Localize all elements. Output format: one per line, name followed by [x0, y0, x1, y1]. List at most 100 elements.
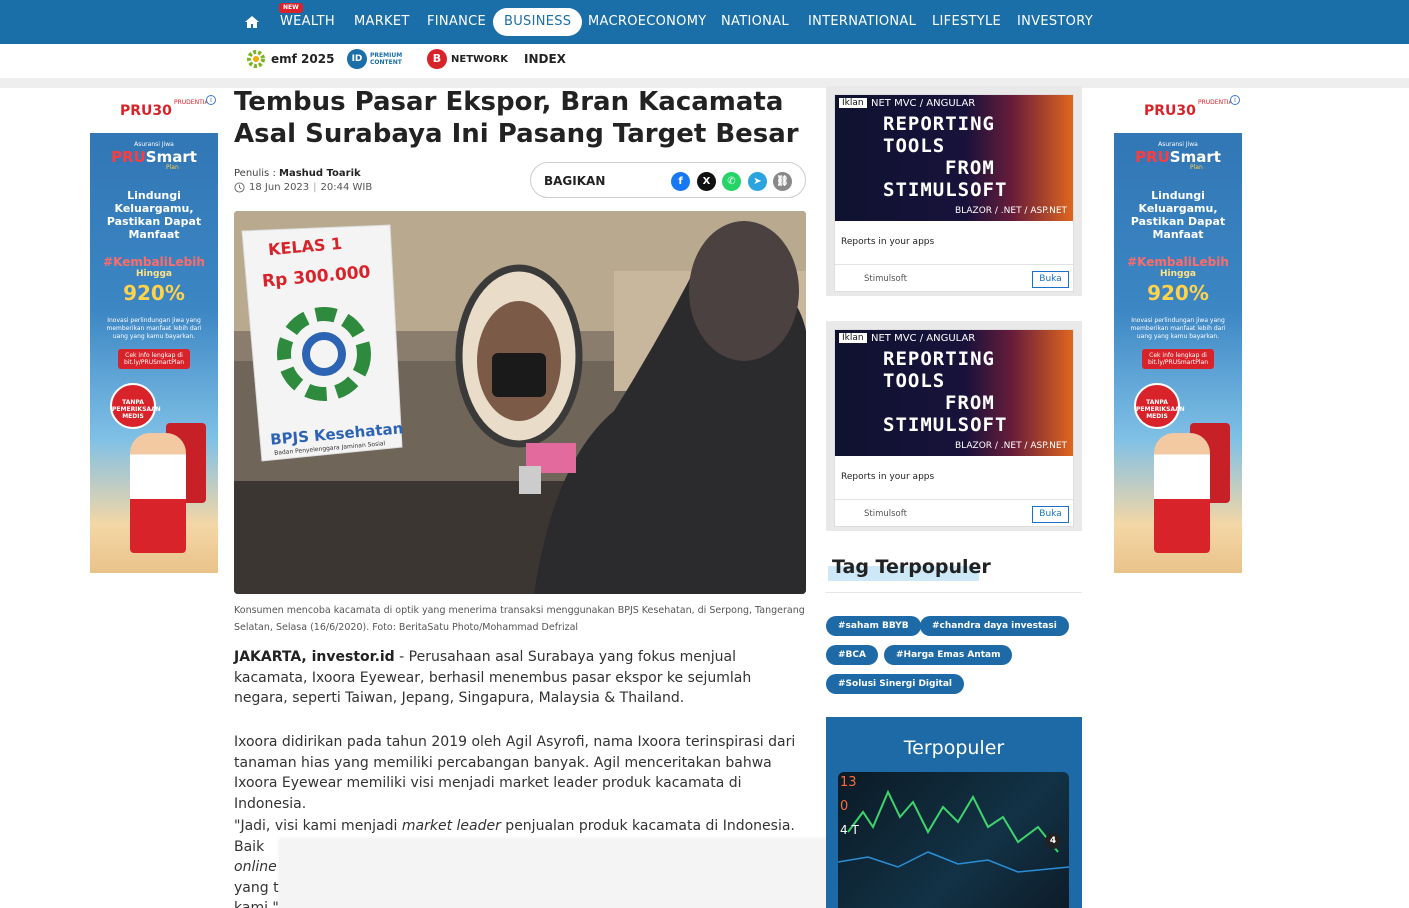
- ad-product-sub: Plan: [166, 164, 179, 171]
- article-author: Penulis : Mashud Toarik: [234, 168, 361, 179]
- stock-chart-illustration: 13 0 4 T: [838, 775, 1069, 873]
- ad-line-4: STIMULSOFT: [883, 179, 1008, 201]
- clock-icon: [234, 182, 245, 193]
- ad-sub-bottom: BLAZOR / .NET / ASP.NET: [954, 441, 1067, 451]
- ad-brand-bar: PRU30 PRUDENTIAL: [90, 93, 218, 133]
- ad-badge: TANPA PEMERIKSAAN MEDIS: [110, 383, 161, 429]
- facebook-icon[interactable]: f: [671, 172, 690, 191]
- ad-tagline-top: Asuransi Jiwa: [134, 141, 174, 148]
- author-label: Penulis :: [234, 168, 276, 179]
- ad-hashtag: #KembaliLebih: [103, 255, 205, 269]
- ad-text: Reports in your apps: [841, 237, 935, 247]
- article-date: 18 Jun 2023: [249, 182, 310, 193]
- copy-link-icon[interactable]: ⛓: [773, 172, 792, 191]
- premium-content-link[interactable]: ID PREMIUM CONTENT: [347, 44, 408, 74]
- emf-logo-icon: [247, 50, 265, 68]
- ad-sub-bottom: BLAZOR / .NET / ASP.NET: [954, 206, 1067, 216]
- ad-info-icon[interactable]: i: [206, 95, 216, 105]
- ad-percent: 920%: [1147, 281, 1209, 305]
- nav-finance[interactable]: FINANCE: [427, 0, 486, 44]
- ad-open-button[interactable]: Buka: [1032, 506, 1069, 523]
- network-label: NETWORK: [451, 53, 509, 65]
- nav-macroeconomy[interactable]: MACROECONOMY: [588, 0, 706, 44]
- network-logo-icon: B: [427, 49, 447, 69]
- id-logo-icon: ID: [347, 49, 367, 69]
- tag-chip[interactable]: #BCA: [826, 645, 878, 665]
- popular-item-thumbnail[interactable]: 13 0 4 T: [838, 772, 1069, 908]
- emf-label: emf 2025: [271, 52, 335, 66]
- index-link[interactable]: INDEX: [524, 44, 566, 74]
- ad-description: Inovasi perlindungan jiwa yang memberika…: [106, 317, 202, 340]
- ad-upto: Hingga: [1160, 269, 1196, 279]
- article-paragraph-1: JAKARTA, investor.id - Perusahaan asal S…: [234, 647, 806, 709]
- sidebar-ad-1[interactable]: Iklan NET MVC / ANGULAR REPORTING TOOLS …: [826, 86, 1082, 296]
- ad-label: Iklan: [839, 333, 867, 343]
- ad-line-1: REPORTING: [883, 348, 995, 370]
- ad-company: Stimulsoft: [864, 509, 907, 519]
- ad-line-3: FROM: [945, 392, 995, 414]
- ad-percent: 920%: [123, 281, 185, 305]
- ad-sub-top: NET MVC / ANGULAR: [871, 333, 976, 344]
- nav-business[interactable]: BUSINESS: [493, 8, 583, 36]
- ad-brand-logo: PRU30: [120, 103, 172, 119]
- nav-international[interactable]: INTERNATIONAL: [808, 0, 916, 44]
- sidebar-ad-2[interactable]: Iklan NET MVC / ANGULAR REPORTING TOOLS …: [826, 321, 1082, 531]
- tag-divider: [826, 592, 1082, 593]
- ad-tagline-top: Asuransi Jiwa: [1158, 141, 1198, 148]
- nav-wealth[interactable]: WEALTH: [280, 0, 335, 44]
- tag-chip[interactable]: #Solusi Sinergi Digital: [826, 674, 964, 694]
- whatsapp-icon[interactable]: ✆: [722, 172, 741, 191]
- emf-link[interactable]: emf 2025: [246, 44, 334, 74]
- popular-rank-badge: 4: [1045, 833, 1061, 849]
- right-side-ad[interactable]: PRU30 PRUDENTIAL i Asuransi Jiwa PRUSmar…: [1114, 93, 1242, 573]
- bpjs-logo-icon: [277, 307, 371, 401]
- ad-line-2: TOOLS: [883, 370, 946, 392]
- ad-line-3: FROM: [945, 157, 995, 179]
- tag-chip[interactable]: #saham BBYB: [826, 616, 921, 636]
- article-headline: Tembus Pasar Ekspor, Bran Kacamata Asal …: [234, 87, 799, 149]
- ad-sub-top: NET MVC / ANGULAR: [871, 98, 976, 109]
- ad-company: Stimulsoft: [864, 274, 907, 284]
- share-label: BAGIKAN: [544, 174, 606, 188]
- left-side-ad[interactable]: PRU30 PRUDENTIAL i Asuransi Jiwa PRUSmar…: [90, 93, 218, 573]
- svg-text:0: 0: [840, 799, 848, 814]
- tag-chip[interactable]: #Harga Emas Antam: [884, 645, 1013, 665]
- ad-product-name: PRUSmart: [1135, 148, 1221, 166]
- ad-hashtag: #KembaliLebih: [1127, 255, 1229, 269]
- network-link[interactable]: B NETWORK: [427, 44, 508, 74]
- ad-info-icon[interactable]: i: [1230, 95, 1240, 105]
- ad-people-illustration: [1154, 433, 1210, 553]
- x-twitter-icon[interactable]: X: [697, 172, 716, 191]
- nav-lifestyle[interactable]: LIFESTYLE: [932, 0, 1001, 44]
- ad-cta: Cek info lengkap di bit.ly/PRUSmartPlan: [118, 349, 190, 369]
- ad-label: Iklan: [839, 98, 867, 108]
- sub-navigation: emf 2025 ID PREMIUM CONTENT B NETWORK IN…: [0, 44, 1409, 78]
- ad-line-1: REPORTING: [883, 113, 995, 135]
- article-photo: KELAS 1 Rp 300.000 BPJS Kesehatan Badan …: [234, 211, 806, 594]
- ad-brand-bar: PRU30 PRUDENTIAL: [1114, 93, 1242, 133]
- tag-chip[interactable]: #chandra daya investasi: [920, 616, 1069, 636]
- ad-banner-image[interactable]: Iklan NET MVC / ANGULAR REPORTING TOOLS …: [835, 330, 1073, 456]
- home-icon[interactable]: [243, 13, 261, 31]
- nav-investory[interactable]: INVESTORY: [1017, 0, 1093, 44]
- nav-national[interactable]: NATIONAL: [721, 0, 789, 44]
- ad-cta: Cek info lengkap di bit.ly/PRUSmartPlan: [1142, 349, 1214, 369]
- ad-badge: TANPA PEMERIKSAAN MEDIS: [1134, 383, 1185, 429]
- ad-people-illustration: [130, 433, 186, 553]
- tag-section-title: Tag Terpopuler: [832, 556, 991, 578]
- ad-product-name: PRUSmart: [111, 148, 197, 166]
- ad-open-button[interactable]: Buka: [1032, 271, 1069, 288]
- nav-market[interactable]: MARKET: [354, 0, 410, 44]
- premium-content-label: PREMIUM CONTENT: [370, 52, 403, 66]
- article-datetime: 18 Jun 2023 | 20:44 WIB: [234, 182, 372, 193]
- popular-title: Terpopuler: [903, 737, 1005, 759]
- author-name[interactable]: Mashud Toarik: [279, 168, 361, 179]
- ad-upto: Hingga: [136, 269, 172, 279]
- svg-text:13: 13: [840, 775, 857, 790]
- share-bar: BAGIKAN f X ✆ ➤ ⛓: [530, 162, 806, 198]
- ad-banner-image[interactable]: Iklan NET MVC / ANGULAR REPORTING TOOLS …: [835, 95, 1073, 221]
- telegram-icon[interactable]: ➤: [748, 172, 767, 191]
- popular-section: Terpopuler 13 0 4 T 4: [826, 717, 1082, 908]
- photo-caption: Konsumen mencoba kacamata di optik yang …: [234, 605, 805, 633]
- article-paragraph-2: Ixoora didirikan pada tahun 2019 oleh Ag…: [234, 734, 796, 812]
